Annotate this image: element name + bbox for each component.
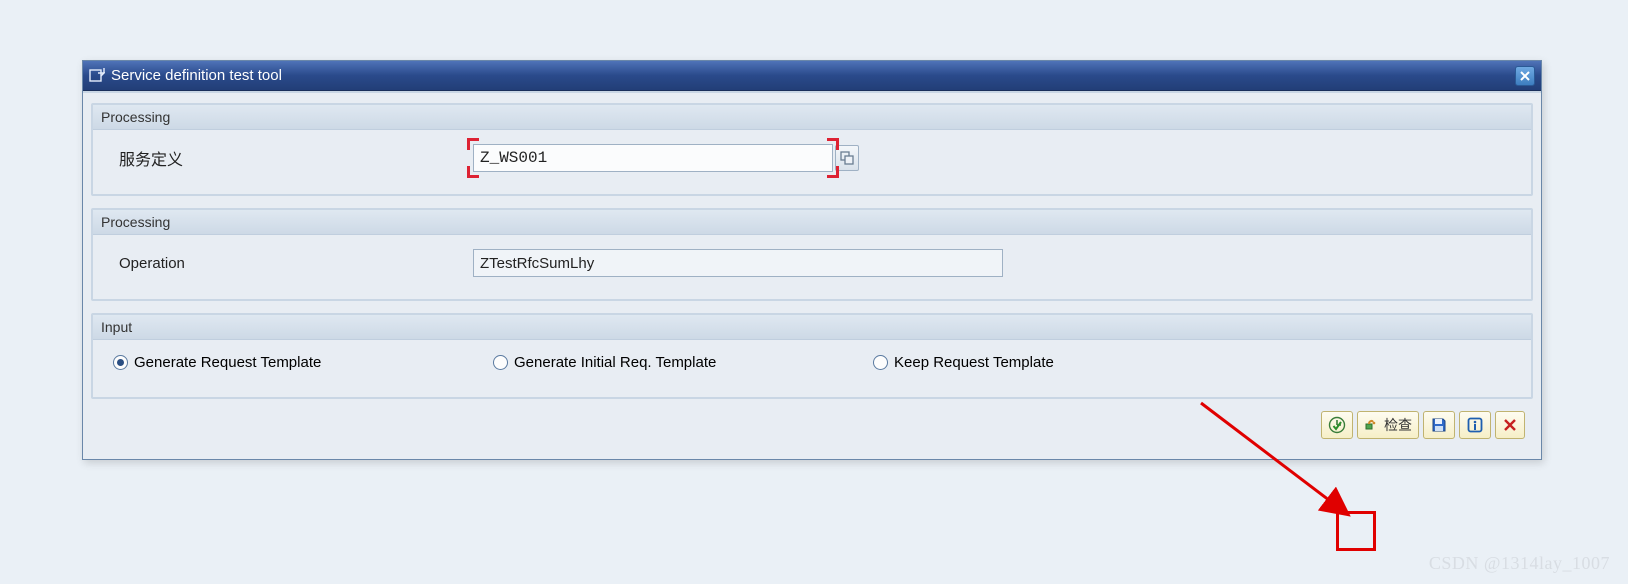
footer-toolbar: 检查 bbox=[91, 405, 1533, 447]
cancel-icon bbox=[1502, 417, 1518, 433]
execute-icon bbox=[1328, 416, 1346, 434]
window-close-button[interactable] bbox=[1515, 66, 1535, 86]
save-button[interactable] bbox=[1423, 411, 1455, 439]
radio-label: Generate Initial Req. Template bbox=[514, 354, 716, 371]
info-icon bbox=[1466, 416, 1484, 434]
cancel-button[interactable] bbox=[1495, 411, 1525, 439]
group-header: Input bbox=[93, 315, 1531, 340]
check-button[interactable]: 检查 bbox=[1357, 411, 1419, 439]
group-processing-1: Processing 服务定义 bbox=[91, 103, 1533, 196]
radio-label: Generate Request Template bbox=[134, 354, 321, 371]
label-operation: Operation bbox=[113, 255, 473, 272]
info-button[interactable] bbox=[1459, 411, 1491, 439]
value-help-icon bbox=[840, 151, 854, 165]
group-processing-2: Processing Operation bbox=[91, 208, 1533, 301]
watermark-text: CSDN @1314lay_1007 bbox=[1429, 553, 1610, 574]
service-definition-input[interactable] bbox=[473, 144, 833, 172]
radio-keep-request-template[interactable]: Keep Request Template bbox=[873, 354, 1253, 371]
close-icon bbox=[1519, 70, 1531, 82]
group-header: Processing bbox=[93, 105, 1531, 130]
operation-input[interactable] bbox=[473, 249, 1003, 277]
radio-generate-request-template[interactable]: Generate Request Template bbox=[113, 354, 493, 371]
radio-icon bbox=[113, 355, 128, 370]
window-icon bbox=[89, 68, 105, 84]
radio-icon bbox=[493, 355, 508, 370]
save-icon bbox=[1430, 416, 1448, 434]
check-icon bbox=[1364, 417, 1380, 433]
window-title: Service definition test tool bbox=[111, 67, 282, 84]
radio-label: Keep Request Template bbox=[894, 354, 1054, 371]
dialog-window: Service definition test tool Processing … bbox=[82, 60, 1542, 460]
group-input: Input Generate Request Template Generate… bbox=[91, 313, 1533, 399]
client-area: Processing 服务定义 bbox=[83, 91, 1541, 459]
value-help-button[interactable] bbox=[835, 145, 859, 171]
execute-button[interactable] bbox=[1321, 411, 1353, 439]
radio-icon bbox=[873, 355, 888, 370]
label-service-definition: 服务定义 bbox=[113, 146, 473, 170]
radio-generate-initial-req-template[interactable]: Generate Initial Req. Template bbox=[493, 354, 873, 371]
annotation-highlight-box bbox=[1336, 511, 1376, 551]
check-button-label: 检查 bbox=[1384, 415, 1412, 435]
titlebar: Service definition test tool bbox=[83, 61, 1541, 91]
group-header: Processing bbox=[93, 210, 1531, 235]
